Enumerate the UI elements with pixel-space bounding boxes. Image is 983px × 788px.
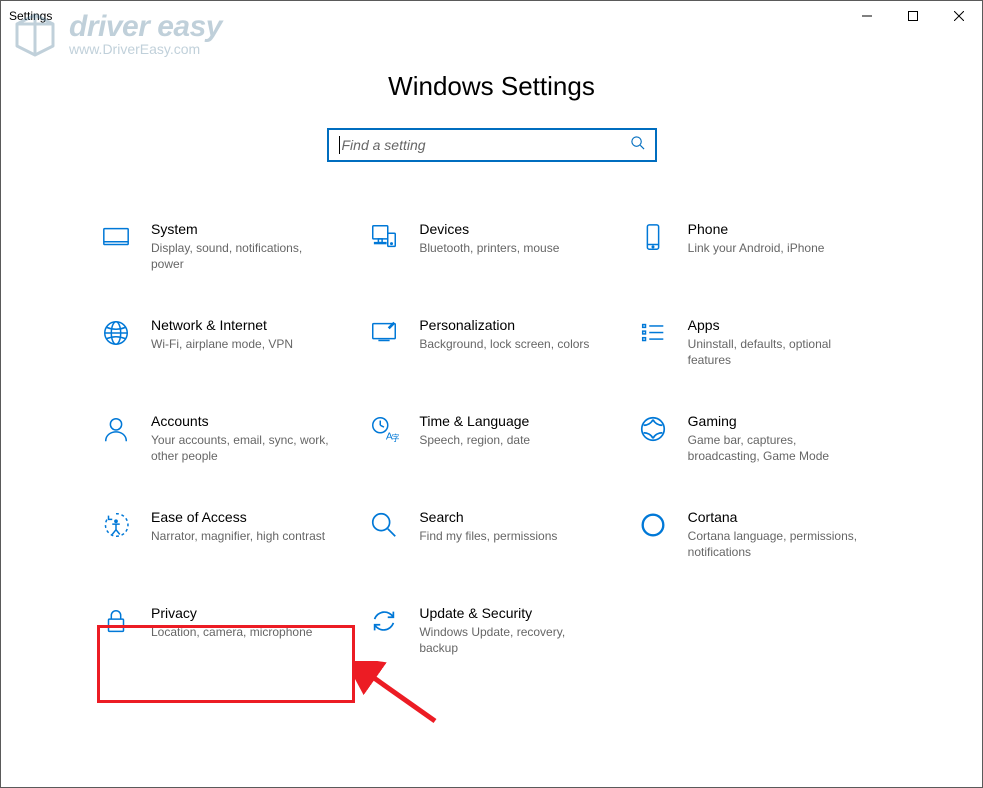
tile-accounts[interactable]: Accounts Your accounts, email, sync, work…	[99, 412, 347, 464]
update-icon	[367, 604, 401, 638]
tile-desc: Location, camera, microphone	[151, 624, 312, 640]
gaming-icon	[636, 412, 670, 446]
tile-desc: Link your Android, iPhone	[688, 240, 825, 256]
tile-desc: Game bar, captures, broadcasting, Game M…	[688, 432, 868, 464]
time-language-icon: A字	[367, 412, 401, 446]
tile-desc: Your accounts, email, sync, work, other …	[151, 432, 331, 464]
tile-title: Gaming	[688, 412, 868, 430]
tile-title: Personalization	[419, 316, 589, 334]
watermark-line1: driver easy	[69, 13, 222, 41]
tile-cortana[interactable]: Cortana Cortana language, permissions, no…	[636, 508, 884, 560]
tile-personalization[interactable]: Personalization Background, lock screen, …	[367, 316, 615, 368]
tile-network[interactable]: Network & Internet Wi-Fi, airplane mode, …	[99, 316, 347, 368]
tile-desc: Bluetooth, printers, mouse	[419, 240, 559, 256]
tile-title: Phone	[688, 220, 825, 238]
window-controls	[844, 1, 982, 31]
tile-desc: Uninstall, defaults, optional features	[688, 336, 868, 368]
tile-title: Time & Language	[419, 412, 530, 430]
phone-icon	[636, 220, 670, 254]
tile-desc: Background, lock screen, colors	[419, 336, 589, 352]
tile-search[interactable]: Search Find my files, permissions	[367, 508, 615, 560]
tile-system[interactable]: System Display, sound, notifications, pow…	[99, 220, 347, 272]
tile-title: Apps	[688, 316, 868, 334]
search-icon	[630, 135, 645, 155]
search-container	[1, 128, 982, 162]
watermark-line2: www.DriverEasy.com	[69, 41, 222, 57]
tile-title: Ease of Access	[151, 508, 325, 526]
tile-title: Accounts	[151, 412, 331, 430]
tile-title: System	[151, 220, 331, 238]
system-icon	[99, 220, 133, 254]
svg-text:字: 字	[392, 433, 400, 443]
watermark: driver easy www.DriverEasy.com	[11, 11, 222, 59]
ease-of-access-icon	[99, 508, 133, 542]
settings-grid: System Display, sound, notifications, pow…	[1, 220, 982, 656]
tile-desc: Windows Update, recovery, backup	[419, 624, 599, 656]
globe-icon	[99, 316, 133, 350]
apps-icon	[636, 316, 670, 350]
devices-icon	[367, 220, 401, 254]
tile-desc: Narrator, magnifier, high contrast	[151, 528, 325, 544]
tile-devices[interactable]: Devices Bluetooth, printers, mouse	[367, 220, 615, 272]
tile-gaming[interactable]: Gaming Game bar, captures, broadcasting, …	[636, 412, 884, 464]
tile-desc: Find my files, permissions	[419, 528, 557, 544]
search-box[interactable]	[327, 128, 657, 162]
tile-ease-of-access[interactable]: Ease of Access Narrator, magnifier, high …	[99, 508, 347, 560]
tile-title: Devices	[419, 220, 559, 238]
annotation-arrow-icon	[355, 661, 445, 731]
tile-update-security[interactable]: Update & Security Windows Update, recover…	[367, 604, 615, 656]
tile-title: Cortana	[688, 508, 868, 526]
tile-desc: Display, sound, notifications, power	[151, 240, 331, 272]
page-title: Windows Settings	[1, 71, 982, 102]
personalization-icon	[367, 316, 401, 350]
magnifier-icon	[367, 508, 401, 542]
minimize-button[interactable]	[844, 1, 890, 31]
search-input[interactable]	[342, 137, 630, 153]
close-button[interactable]	[936, 1, 982, 31]
tile-desc: Speech, region, date	[419, 432, 530, 448]
maximize-button[interactable]	[890, 1, 936, 31]
tile-privacy[interactable]: Privacy Location, camera, microphone	[99, 604, 347, 656]
accounts-icon	[99, 412, 133, 446]
lock-icon	[99, 604, 133, 638]
text-caret	[339, 136, 340, 154]
tile-title: Update & Security	[419, 604, 599, 622]
tile-desc: Wi-Fi, airplane mode, VPN	[151, 336, 293, 352]
tile-title: Network & Internet	[151, 316, 293, 334]
tile-title: Privacy	[151, 604, 312, 622]
tile-title: Search	[419, 508, 557, 526]
tile-apps[interactable]: Apps Uninstall, defaults, optional featur…	[636, 316, 884, 368]
tile-phone[interactable]: Phone Link your Android, iPhone	[636, 220, 884, 272]
cortana-icon	[636, 508, 670, 542]
tile-desc: Cortana language, permissions, notificat…	[688, 528, 868, 560]
tile-time-language[interactable]: A字 Time & Language Speech, region, date	[367, 412, 615, 464]
watermark-logo-icon	[11, 11, 59, 59]
